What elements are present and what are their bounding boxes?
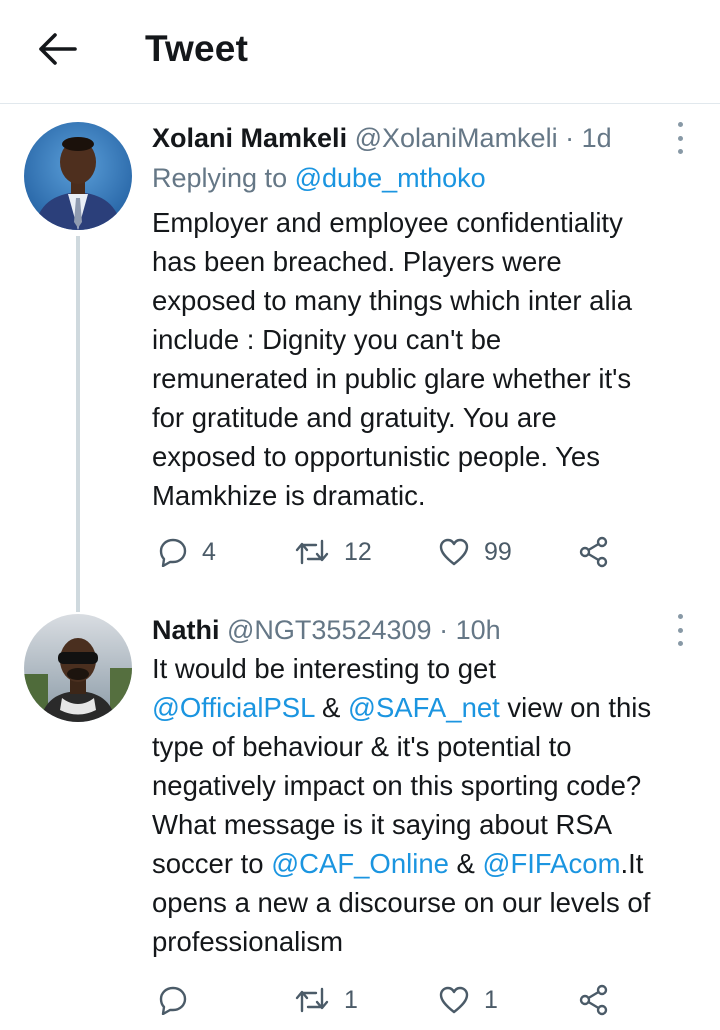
retweet-icon	[295, 539, 329, 565]
text-line: remunerated in public glare whether it's	[152, 363, 632, 394]
like-count: 99	[484, 537, 512, 566]
text-line: negatively impact on this sporting code?	[152, 770, 642, 801]
comment-bubble-icon	[159, 986, 187, 1015]
text-line: include : Dignity you can't be	[152, 324, 502, 355]
arrow-left-icon	[39, 33, 77, 65]
reply-button[interactable]	[158, 980, 202, 1020]
heart-icon	[439, 538, 469, 566]
mention-link[interactable]: @SAFA_net	[348, 692, 500, 723]
like-button[interactable]: 99	[438, 532, 512, 572]
share-icon	[579, 536, 608, 568]
text-line: It would be interesting to get	[152, 653, 496, 684]
thread-line	[76, 236, 80, 612]
author-name[interactable]: Xolani Mamkeli	[152, 123, 347, 153]
tweet-1[interactable]: Xolani Mamkeli @XolaniMamkeli · 1d Reply…	[0, 104, 720, 612]
reply-button[interactable]: 4	[158, 532, 216, 572]
timestamp[interactable]: 10h	[456, 615, 501, 645]
retweet-button[interactable]: 12	[294, 532, 372, 572]
retweet-count: 12	[344, 537, 372, 566]
share-button[interactable]	[578, 532, 610, 572]
avatar[interactable]	[24, 614, 132, 722]
separator: ·	[439, 615, 449, 645]
retweet-icon	[295, 987, 329, 1013]
page-title: Tweet	[145, 28, 249, 69]
text-line: exposed to opportunistic people. Yes	[152, 441, 600, 472]
like-button[interactable]: 1	[438, 980, 498, 1020]
separator: ·	[565, 123, 575, 153]
author-handle[interactable]: @NGT35524309	[227, 615, 432, 645]
heart-icon	[439, 986, 469, 1014]
text-line: type of behaviour & it's potential to	[152, 731, 572, 762]
text-line: has been breached. Players were	[152, 246, 562, 277]
mention-link[interactable]: @CAF_Online	[271, 848, 449, 879]
tweet-actions: 1 1	[152, 980, 622, 1020]
replying-to: Replying to @dube_mthoko	[152, 162, 486, 194]
text-line: for gratitude and gratuity. You are	[152, 402, 557, 433]
timestamp[interactable]: 1d	[582, 123, 612, 153]
avatar[interactable]	[24, 122, 132, 230]
author-handle[interactable]: @XolaniMamkeli	[355, 123, 558, 153]
reply-count: 4	[202, 537, 216, 566]
tweet-actions: 4 12 99	[152, 532, 622, 572]
more-vertical-icon	[677, 614, 683, 619]
text-line: Mamkhize is dramatic.	[152, 480, 426, 511]
comment-bubble-icon	[159, 538, 187, 567]
text-line: soccer to @CAF_Online & @FIFAcom.It	[152, 848, 644, 879]
retweet-button[interactable]: 1	[294, 980, 358, 1020]
replying-prefix: Replying to	[152, 163, 288, 193]
tweet-2[interactable]: Nathi @NGT35524309 · 10h It would be int…	[0, 610, 720, 1030]
mention-link[interactable]: @OfficialPSL	[152, 692, 314, 723]
more-options-button[interactable]	[670, 120, 690, 156]
text-line: Employer and employee confidentiality	[152, 207, 623, 238]
back-button[interactable]	[34, 26, 80, 72]
tweet-header: Xolani Mamkeli @XolaniMamkeli · 1d	[152, 122, 612, 154]
share-button[interactable]	[578, 980, 610, 1020]
share-icon	[579, 984, 608, 1016]
mention-link[interactable]: @FIFAcom	[483, 848, 621, 879]
retweet-count: 1	[344, 985, 358, 1014]
mention-link[interactable]: @dube_mthoko	[295, 163, 486, 193]
more-vertical-icon	[677, 122, 683, 127]
text-line: professionalism	[152, 926, 344, 957]
like-count: 1	[484, 985, 498, 1014]
more-options-button[interactable]	[670, 612, 690, 648]
text-line: exposed to many things which inter alia	[152, 285, 632, 316]
tweet-text: It would be interesting to get @Official…	[152, 649, 708, 961]
author-name[interactable]: Nathi	[152, 615, 220, 645]
text-line: What message is it saying about RSA	[152, 809, 613, 840]
text-line: opens a new a discourse on our levels of	[152, 887, 651, 918]
top-bar: Tweet	[0, 0, 720, 104]
tweet-header: Nathi @NGT35524309 · 10h	[152, 614, 501, 646]
tweet-text: Employer and employee confidentiality ha…	[152, 203, 708, 515]
text-line: @OfficialPSL & @SAFA_net view on this	[152, 692, 652, 723]
